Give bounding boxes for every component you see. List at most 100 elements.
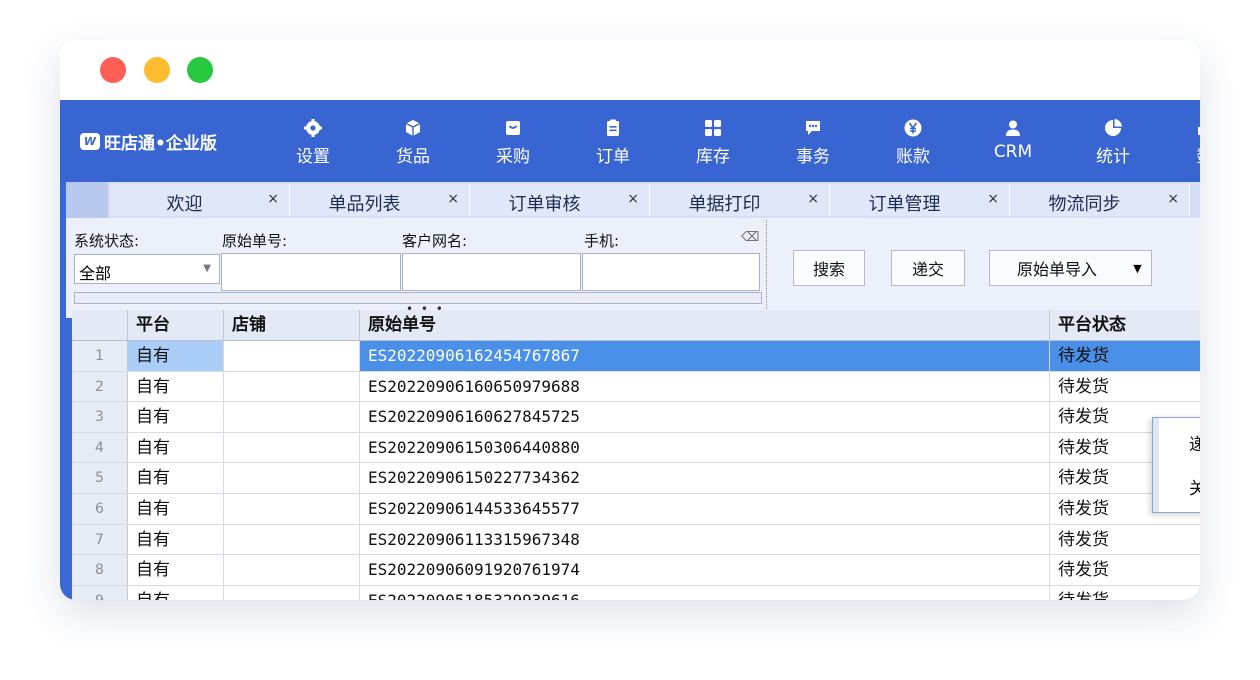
tab-strip-start	[66, 182, 108, 218]
platform-cell: 自有	[128, 585, 224, 600]
import-dropdown-button[interactable]: ▼	[1124, 250, 1152, 286]
brand-name: 旺店通•企业版	[104, 134, 217, 154]
cart-icon	[506, 121, 520, 135]
phone-input[interactable]	[582, 253, 760, 291]
platform-status-cell: 待发货	[1050, 555, 1200, 585]
tab-order-management[interactable]: 订单管理 ×	[830, 184, 1010, 216]
column-header-platform-status[interactable]: 平台状态	[1050, 310, 1200, 340]
table-row[interactable]: 7 自有 ES20220906113315967348 待发货	[72, 524, 1200, 556]
original-order-input[interactable]	[221, 253, 401, 291]
tab-order-review[interactable]: 订单审核 ×	[470, 184, 650, 216]
table-row[interactable]: 3 自有 ES20220906160627845725 待发货	[72, 402, 1200, 433]
nav-item-affairs[interactable]: 事务	[778, 118, 848, 167]
nav-label: 统计	[1096, 147, 1130, 167]
platform-status-cell: 待发货	[1050, 525, 1200, 555]
app-window: W 旺店通•企业版 设置 货品 采购 订单 库存 事务 账款 CRM 统计 欢迎…	[60, 40, 1200, 600]
submit-button[interactable]: 递交	[891, 250, 965, 286]
shop-cell	[224, 371, 360, 402]
clipboard-icon	[607, 119, 619, 136]
grid-header: 平台 店铺 原始单号 平台状态	[72, 310, 1200, 341]
shop-cell	[224, 585, 360, 600]
nav-item-crm[interactable]: CRM	[978, 118, 1048, 162]
tab-product-list[interactable]: 单品列表 ×	[290, 184, 470, 216]
status-select[interactable]: 全部 ▼	[74, 254, 220, 284]
nav-item-goods[interactable]: 货品	[378, 118, 448, 167]
tab-label: 欢迎	[166, 194, 203, 215]
nav-item-inventory[interactable]: 库存	[678, 118, 748, 167]
app-body: W 旺店通•企业版 设置 货品 采购 订单 库存 事务 账款 CRM 统计 欢迎…	[60, 100, 1200, 600]
row-number: 7	[72, 524, 128, 555]
tab-strip: 欢迎 × 单品列表 × 订单审核 × 单据打印 × 订单管理 × 物流同步 ×	[66, 182, 1200, 219]
close-icon[interactable]: ×	[807, 191, 819, 207]
nav-label: 采购	[496, 147, 530, 167]
original-order-cell: ES20220906162454767867	[360, 341, 1050, 371]
nav-item-purchase[interactable]: 采购	[478, 118, 548, 167]
table-row[interactable]: 1 自有 ES20220906162454767867 待发货	[72, 341, 1200, 372]
customer-name-input[interactable]	[402, 253, 581, 291]
tab-label: 单品列表	[328, 194, 401, 215]
table-row[interactable]: 5 自有 ES20220906150227734362 待发货	[72, 463, 1200, 494]
close-icon[interactable]: ×	[267, 191, 279, 207]
context-menu-stripe	[1153, 418, 1159, 512]
nav-label: 事务	[796, 147, 830, 167]
table-row[interactable]: 8 自有 ES20220906091920761974 待发货	[72, 555, 1200, 586]
column-header-platform[interactable]: 平台	[128, 310, 224, 340]
shop-cell	[224, 432, 360, 463]
pie-chart-icon	[1105, 119, 1122, 136]
close-icon[interactable]: ×	[1167, 191, 1179, 207]
tab-logistics-sync[interactable]: 物流同步 ×	[1010, 184, 1190, 216]
original-order-cell: ES20220906150306440880	[360, 432, 1050, 463]
context-menu-item[interactable]: 递	[1189, 430, 1200, 455]
original-order-cell: ES20220906150227734362	[360, 463, 1050, 493]
shop-cell	[224, 341, 360, 371]
eraser-icon[interactable]: ⌫	[741, 230, 759, 245]
yen-icon	[904, 119, 922, 137]
row-number: 3	[72, 402, 128, 432]
tab-document-print[interactable]: 单据打印 ×	[650, 184, 830, 216]
cube-icon	[405, 120, 421, 136]
nav-label: 库存	[696, 147, 730, 167]
top-navbar: W 旺店通•企业版 设置 货品 采购 订单 库存 事务 账款 CRM 统计	[60, 100, 1200, 182]
row-number: 4	[72, 432, 128, 463]
nav-label: CRM	[993, 142, 1033, 162]
tab-label: 物流同步	[1048, 194, 1121, 215]
row-number: 9	[72, 585, 128, 600]
context-menu-item[interactable]: 关	[1189, 474, 1200, 499]
row-number: 8	[72, 555, 128, 585]
search-button[interactable]: 搜索	[793, 250, 865, 286]
nav-item-orders[interactable]: 订单	[578, 118, 648, 167]
row-number: 5	[72, 463, 128, 493]
nav-label: 设置	[296, 147, 330, 167]
row-number: 6	[72, 494, 128, 524]
minimize-window-button[interactable]	[144, 57, 170, 83]
tab-label: 订单审核	[508, 194, 581, 215]
original-order-cell: ES20220906113315967348	[360, 524, 1050, 555]
import-original-order-button[interactable]: 原始单导入	[989, 250, 1125, 286]
status-select-value: 全部	[79, 264, 112, 283]
column-header-shop[interactable]: 店铺	[224, 310, 360, 340]
nav-item-accounts[interactable]: 账款	[878, 118, 948, 167]
close-icon[interactable]: ×	[987, 191, 999, 207]
close-window-button[interactable]	[100, 57, 126, 83]
close-icon[interactable]: ×	[627, 191, 639, 207]
user-icon	[1006, 120, 1020, 136]
column-header-original-order[interactable]: 原始单号	[360, 310, 1050, 340]
maximize-window-button[interactable]	[187, 57, 213, 83]
chevron-down-icon: ▼	[1133, 261, 1142, 275]
table-row[interactable]: 4 自有 ES20220906150306440880 待发货	[72, 432, 1200, 464]
nav-item-statistics[interactable]: 统计	[1078, 118, 1148, 167]
status-label: 系统状态:	[74, 232, 140, 250]
nav-item-settings[interactable]: 设置	[278, 118, 348, 167]
shop-cell	[224, 402, 360, 432]
tab-welcome[interactable]: 欢迎 ×	[110, 184, 290, 216]
platform-status-cell: 待发货	[1050, 372, 1200, 402]
nav-item-data[interactable]: 数	[1170, 118, 1200, 167]
table-row[interactable]: 9自有 ES20220905185329939616待发货	[72, 585, 1200, 600]
original-order-cell: ES20220906144533645577	[360, 494, 1050, 524]
table-row[interactable]: 2 自有 ES20220906160650979688 待发货	[72, 371, 1200, 403]
customer-name-label: 客户网名:	[402, 232, 468, 250]
platform-cell: 自有	[128, 494, 224, 524]
chevron-down-icon: ▼	[203, 263, 211, 274]
table-row[interactable]: 6 自有 ES20220906144533645577 待发货	[72, 494, 1200, 525]
close-icon[interactable]: ×	[447, 191, 459, 207]
